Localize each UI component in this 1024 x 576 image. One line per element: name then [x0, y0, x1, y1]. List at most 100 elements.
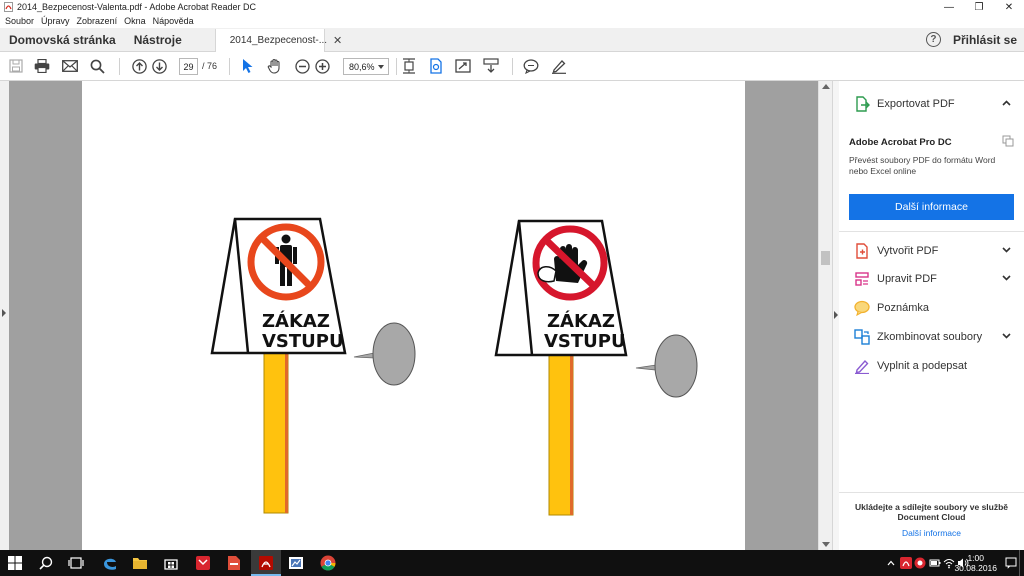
- restore-button[interactable]: ❐: [964, 0, 994, 14]
- task-view-icon[interactable]: [67, 554, 85, 572]
- edge-browser-icon[interactable]: [101, 554, 119, 572]
- minimize-button[interactable]: —: [934, 0, 964, 14]
- export-pdf-icon: [854, 96, 870, 112]
- toolbar-separator: [396, 58, 397, 75]
- pdf-app-icon[interactable]: [225, 554, 243, 572]
- save-icon[interactable]: [8, 58, 24, 74]
- security-tray-icon[interactable]: [914, 557, 926, 569]
- chevron-down-icon[interactable]: [1002, 247, 1011, 255]
- tool-combine-files[interactable]: Zkombinovat soubory: [839, 325, 1024, 349]
- title-bar: 2014_Bezpecenost-Valenta.pdf - Adobe Acr…: [0, 0, 1024, 14]
- export-pdf-item[interactable]: Exportovat PDF: [839, 92, 1024, 116]
- vertical-scrollbar[interactable]: [818, 81, 832, 550]
- acrobat-reader-taskbar-icon[interactable]: [251, 550, 281, 576]
- document-viewport[interactable]: ZÁKAZ VSTUPU ZÁKAZ VSTUPU: [0, 81, 818, 550]
- file-explorer-icon[interactable]: [131, 554, 149, 572]
- tool-label: Vyplnit a podepsat: [877, 360, 968, 372]
- acrobat-tray-icon[interactable]: [900, 557, 912, 569]
- scrollbar-thumb[interactable]: [821, 251, 830, 265]
- document-viewer-icon[interactable]: [287, 554, 305, 572]
- more-info-button[interactable]: Další informace: [849, 194, 1014, 220]
- acrobat-window: 2014_Bezpecenost-Valenta.pdf - Adobe Acr…: [0, 0, 1024, 576]
- chevron-down-icon[interactable]: [1002, 333, 1011, 341]
- search-icon[interactable]: [37, 554, 55, 572]
- highlight-pen-icon[interactable]: [551, 58, 567, 74]
- comment-icon[interactable]: [523, 58, 539, 74]
- scroll-up-icon[interactable]: [822, 84, 830, 89]
- previous-page-icon[interactable]: [131, 58, 147, 74]
- chevron-down-icon[interactable]: [1002, 275, 1011, 283]
- tools-pane: Exportovat PDF Adobe Acrobat Pro DC Přev…: [839, 81, 1024, 550]
- mail-app-icon[interactable]: [194, 554, 212, 572]
- page-total: / 76: [202, 61, 218, 71]
- scroll-down-icon[interactable]: [822, 542, 830, 547]
- document-cloud-text: Ukládejte a sdílejte soubory ve službě D…: [854, 502, 1009, 522]
- tool-fill-sign[interactable]: Vyplnit a podepsat: [839, 354, 1024, 378]
- fit-page-icon[interactable]: [401, 58, 417, 74]
- windows-start-icon[interactable]: [6, 554, 24, 572]
- toolbar-separator: [229, 58, 230, 75]
- tab-bar: Domovská stránka Nástroje 2014_Bezpeceno…: [0, 28, 1024, 52]
- hand-tool-icon[interactable]: [267, 58, 283, 74]
- tab-document[interactable]: 2014_Bezpecenost-... ✕: [214, 29, 342, 52]
- tab-home[interactable]: Domovská stránka: [0, 28, 125, 51]
- comment-icon: [854, 300, 870, 317]
- toolbar: 29 / 76 80,6%: [0, 52, 1024, 81]
- clock-date: 30.08.2016: [954, 563, 997, 573]
- notifications-icon[interactable]: [1005, 557, 1017, 569]
- battery-icon[interactable]: [929, 557, 941, 569]
- chevron-right-icon: [834, 311, 838, 319]
- create-pdf-icon: [854, 243, 870, 259]
- page-number-input[interactable]: 29: [179, 58, 198, 75]
- speech-bubble-shape: [353, 322, 416, 386]
- zoom-out-icon[interactable]: [294, 58, 310, 74]
- store-icon[interactable]: [162, 554, 180, 572]
- edit-pdf-icon: [854, 271, 870, 287]
- tab-tools[interactable]: Nástroje: [125, 28, 191, 51]
- copy-icon[interactable]: [1002, 135, 1014, 147]
- toolbar-separator: [512, 58, 513, 75]
- close-tab-icon[interactable]: ✕: [333, 34, 342, 47]
- menu-edit[interactable]: Úpravy: [41, 16, 70, 26]
- zoom-level-dropdown[interactable]: 80,6%: [343, 58, 389, 75]
- search-icon[interactable]: [89, 58, 105, 74]
- wifi-icon[interactable]: [943, 557, 955, 569]
- rotate-page-icon[interactable]: [428, 58, 444, 74]
- help-icon[interactable]: ?: [925, 32, 941, 47]
- tool-label: Zkombinovat soubory: [877, 331, 983, 343]
- taskbar-clock[interactable]: 1:00 30.08.2016: [954, 553, 997, 573]
- show-desktop-button[interactable]: [1019, 550, 1024, 576]
- full-screen-icon[interactable]: [455, 58, 471, 74]
- tab-spacer: [325, 28, 926, 51]
- panel-divider: [839, 231, 1024, 232]
- acrobat-app-icon: [4, 2, 13, 12]
- document-cloud-link[interactable]: Další informace: [851, 528, 1012, 538]
- signin-link[interactable]: Přihlásit se: [947, 28, 1024, 51]
- sign-text-line2: VSTUPU: [262, 331, 344, 352]
- print-icon[interactable]: [34, 58, 50, 74]
- email-icon[interactable]: [62, 58, 78, 74]
- sign-text-line1: ZÁKAZ: [262, 311, 330, 332]
- chevron-up-icon[interactable]: [1002, 100, 1011, 108]
- menu-file[interactable]: Soubor: [5, 16, 34, 26]
- zoom-in-icon[interactable]: [314, 58, 330, 74]
- fill-sign-icon: [854, 358, 870, 375]
- chrome-browser-icon[interactable]: [319, 554, 337, 572]
- windows-taskbar: 1:00 30.08.2016: [0, 550, 1024, 576]
- window-title: 2014_Bezpecenost-Valenta.pdf - Adobe Acr…: [17, 2, 256, 12]
- right-panel-toggle[interactable]: [832, 81, 839, 550]
- chevron-up-icon[interactable]: [886, 557, 898, 569]
- menu-view[interactable]: Zobrazení: [77, 16, 118, 26]
- tool-create-pdf[interactable]: Vytvořit PDF: [839, 239, 1024, 263]
- left-panel-toggle[interactable]: [0, 81, 9, 550]
- tool-comment[interactable]: Poznámka: [839, 296, 1024, 320]
- close-window-button[interactable]: ✕: [994, 0, 1024, 14]
- chevron-right-icon: [2, 309, 6, 317]
- next-page-icon[interactable]: [151, 58, 167, 74]
- tool-edit-pdf[interactable]: Upravit PDF: [839, 267, 1024, 291]
- select-cursor-icon[interactable]: [240, 58, 256, 74]
- scroll-mode-icon[interactable]: [483, 58, 499, 74]
- menu-window[interactable]: Okna: [124, 16, 146, 26]
- export-pdf-label: Exportovat PDF: [877, 98, 955, 110]
- menu-help[interactable]: Nápověda: [153, 16, 194, 26]
